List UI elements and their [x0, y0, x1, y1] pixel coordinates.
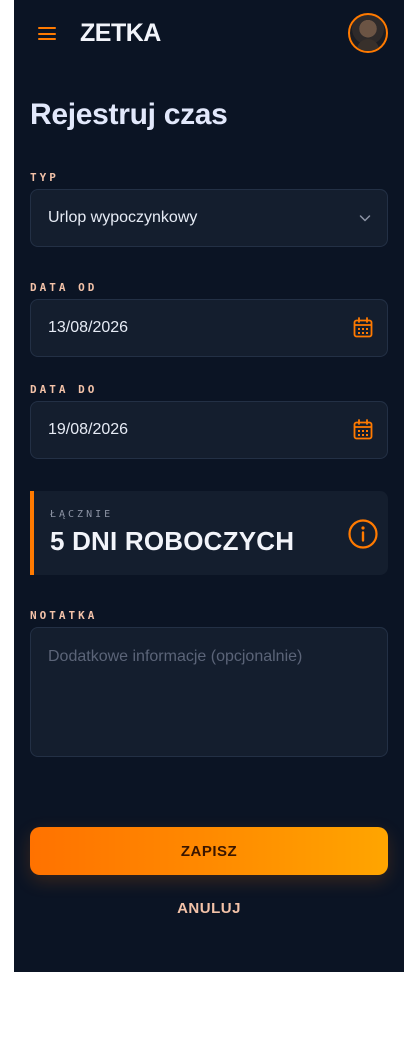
type-select[interactable]: Urlop wypoczynkowy: [30, 189, 388, 247]
calendar-icon[interactable]: [353, 317, 373, 339]
note-label: NOTATKA: [30, 609, 98, 622]
note-textarea[interactable]: [30, 627, 388, 757]
date-from-value: 13/08/2026: [48, 319, 129, 336]
top-bar: ZETKA: [14, 0, 404, 66]
date-to-input[interactable]: 19/08/2026: [30, 401, 388, 459]
page-title: Rejestruj czas: [30, 98, 228, 131]
hamburger-menu-icon[interactable]: [38, 27, 56, 40]
summary-label: ŁĄCZNIE: [50, 509, 114, 520]
summary-value: 5 DNI ROBOCZYCH: [50, 526, 295, 556]
chevron-down-icon: [359, 215, 371, 222]
info-icon[interactable]: [347, 518, 379, 550]
date-from-input[interactable]: 13/08/2026: [30, 299, 388, 357]
app-screen: ZETKA Rejestruj czas TYP Urlop wypoczynk…: [14, 0, 404, 972]
date-from-label: DATA OD: [30, 281, 98, 294]
total-days-summary: ŁĄCZNIE 5 DNI ROBOCZYCH: [30, 491, 388, 575]
date-to-label: DATA DO: [30, 383, 98, 396]
type-select-value: Urlop wypoczynkowy: [48, 209, 198, 226]
save-button[interactable]: ZAPISZ: [30, 827, 388, 875]
calendar-icon[interactable]: [353, 419, 373, 441]
date-to-value: 19/08/2026: [48, 421, 129, 438]
cancel-button[interactable]: ANULUJ: [159, 896, 259, 920]
brand-logo: ZETKA: [80, 19, 161, 47]
type-label: TYP: [30, 171, 59, 184]
user-avatar[interactable]: [348, 13, 388, 53]
